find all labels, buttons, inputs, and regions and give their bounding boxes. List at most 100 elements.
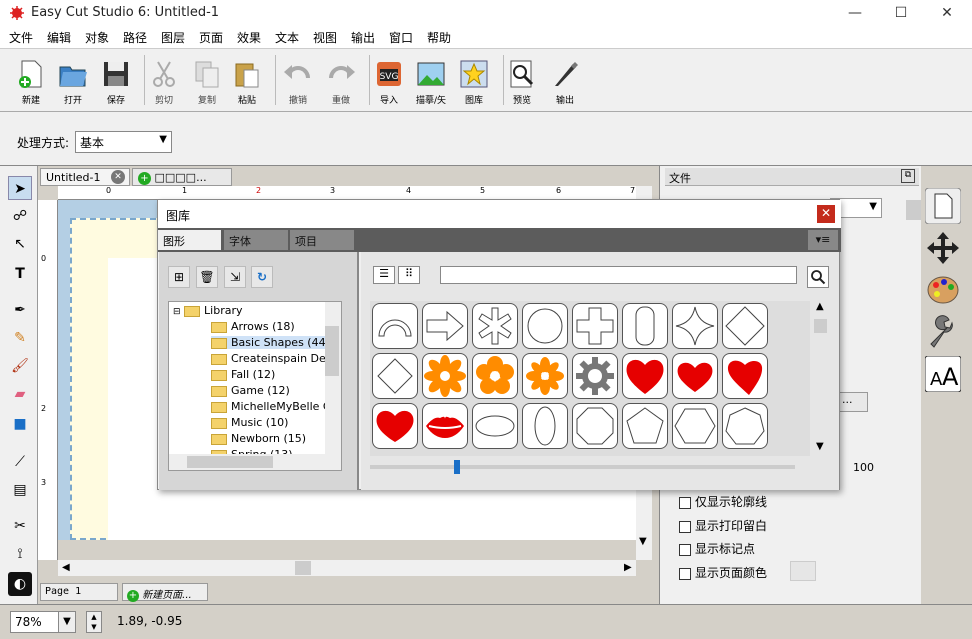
bezier-tool-icon[interactable]: ⟟ xyxy=(8,542,32,566)
tab-projects[interactable]: 项目 xyxy=(290,230,354,250)
close-window-button[interactable]: ✕ xyxy=(924,0,970,26)
add-folder-icon[interactable]: ⊞ xyxy=(168,266,190,288)
scroll-thumb[interactable] xyxy=(295,561,311,575)
shape-ellipse-h[interactable] xyxy=(472,403,518,449)
shape-flower-2[interactable] xyxy=(472,353,518,399)
shape-flower-3[interactable] xyxy=(522,353,568,399)
menu-path[interactable]: 路径 xyxy=(123,29,147,46)
shape-capsule[interactable] xyxy=(622,303,668,349)
menu-edit[interactable]: 编辑 xyxy=(47,29,71,46)
scroll-down-icon[interactable]: ▼ xyxy=(639,536,647,547)
menu-object[interactable]: 对象 xyxy=(85,29,109,46)
tree-item[interactable]: MichelleMyBelle Cre xyxy=(211,400,341,413)
shape-diamond-2[interactable] xyxy=(372,353,418,399)
library-button[interactable]: 图库 xyxy=(449,55,499,111)
shape-heart-4[interactable] xyxy=(372,403,418,449)
scroll-thumb[interactable] xyxy=(814,319,827,333)
tree-root[interactable]: ⊟ Library xyxy=(173,304,243,317)
library-search-input[interactable] xyxy=(440,266,797,284)
tree-item[interactable]: Music (10) xyxy=(211,416,288,429)
mode-select[interactable]: 基本 ▼ xyxy=(75,131,172,153)
shape-heart-2[interactable] xyxy=(672,353,718,399)
checkbox-reg-marks[interactable]: 显示标记点 xyxy=(679,540,755,557)
grid-view-icon[interactable]: ⠿ xyxy=(398,266,420,284)
tree-vscroll[interactable] xyxy=(325,302,341,454)
page-tab[interactable]: Page 1 xyxy=(40,583,118,601)
search-icon[interactable] xyxy=(807,266,829,288)
refresh-icon[interactable]: ↻ xyxy=(251,266,273,288)
panel-scroll-thumb[interactable] xyxy=(906,200,922,220)
color-palette-icon[interactable] xyxy=(925,272,961,308)
tree-item-selected[interactable]: Basic Shapes (44) xyxy=(211,336,330,349)
lasso-select-icon[interactable]: ☍ xyxy=(8,204,32,228)
scroll-right-icon[interactable]: ▶ xyxy=(624,562,632,573)
eraser-tool-icon[interactable]: ▰ xyxy=(8,382,32,406)
knife-tool-icon[interactable]: ✂ xyxy=(8,514,32,538)
document-icon[interactable] xyxy=(925,188,961,224)
shape-pentagon[interactable] xyxy=(622,403,668,449)
pencil-tool-icon[interactable]: ✎ xyxy=(8,326,32,350)
zoom-stepper[interactable]: ▲ ▼ xyxy=(86,611,102,633)
shape-sparkle[interactable] xyxy=(672,303,718,349)
menu-layer[interactable]: 图层 xyxy=(161,29,185,46)
shape-arc[interactable] xyxy=(372,303,418,349)
tree-hscroll[interactable] xyxy=(169,454,341,470)
pen-tool-icon[interactable]: ✒ xyxy=(8,298,32,322)
shape-cross[interactable] xyxy=(572,303,618,349)
shape-heart[interactable] xyxy=(622,353,668,399)
text-tool-icon[interactable]: T xyxy=(8,262,32,286)
shape-octagon[interactable] xyxy=(572,403,618,449)
scroll-left-icon[interactable]: ◀ xyxy=(62,562,70,573)
shape-ellipse-v[interactable] xyxy=(522,403,568,449)
brush-tool-icon[interactable]: 🖌 xyxy=(8,354,32,378)
tab-shapes[interactable]: 图形 xyxy=(158,230,221,250)
list-view-icon[interactable]: ☰ xyxy=(373,266,395,284)
tab-menu-icon[interactable]: ▾≡ xyxy=(808,230,838,250)
checkbox-page-color[interactable]: 显示页面颜色 xyxy=(679,564,767,581)
tree-item[interactable]: Game (12) xyxy=(211,384,290,397)
shape-arrow[interactable] xyxy=(422,303,468,349)
horizontal-scrollbar[interactable]: ◀ ▶ xyxy=(58,560,636,576)
shape-asterisk[interactable] xyxy=(472,303,518,349)
checkbox-print-margin[interactable]: 显示打印留白 xyxy=(679,517,767,534)
menu-view[interactable]: 视图 xyxy=(313,29,337,46)
shape-heart-3[interactable] xyxy=(722,353,768,399)
dialog-close-button[interactable]: ✕ xyxy=(817,205,835,223)
shape-gear[interactable] xyxy=(572,353,618,399)
gallery-scrollbar[interactable]: ▲ ▼ xyxy=(813,301,829,456)
menu-file[interactable]: 文件 xyxy=(9,29,33,46)
menu-window[interactable]: 窗口 xyxy=(389,29,413,46)
select-arrow-icon[interactable]: ➤ xyxy=(8,176,32,200)
close-tab-icon[interactable]: ✕ xyxy=(111,170,125,184)
node-edit-icon[interactable]: ↖ xyxy=(8,232,32,256)
scroll-up-icon[interactable]: ▲ xyxy=(816,301,824,312)
maximize-button[interactable]: ☐ xyxy=(878,0,924,26)
zoom-dropdown-icon[interactable]: ▼ xyxy=(58,611,76,633)
tab-untitled-1[interactable]: Untitled-1 ✕ xyxy=(40,168,130,186)
menu-page[interactable]: 页面 xyxy=(199,29,223,46)
minimize-button[interactable]: — xyxy=(832,0,878,26)
tree-item[interactable]: Arrows (18) xyxy=(211,320,295,333)
save-button[interactable]: 保存 xyxy=(91,55,141,111)
tree-item[interactable]: Newborn (15) xyxy=(211,432,306,445)
eyedropper-icon[interactable]: ⟋ xyxy=(8,450,32,474)
size-slider-thumb[interactable] xyxy=(454,460,460,474)
paste-button[interactable]: 粘贴 xyxy=(222,55,272,111)
shape-circle[interactable] xyxy=(522,303,568,349)
shape-flower[interactable] xyxy=(422,353,468,399)
import-item-icon[interactable]: ⇲ xyxy=(224,266,246,288)
fill-rule-icon[interactable]: ◐ xyxy=(8,572,32,596)
page-color-swatch[interactable] xyxy=(790,561,816,581)
gradient-tool-icon[interactable]: ▤ xyxy=(8,478,32,502)
tab-fonts[interactable]: 字体 xyxy=(224,230,288,250)
wrench-icon[interactable] xyxy=(925,314,961,350)
new-page-button[interactable]: + 新建页面... xyxy=(122,583,208,602)
menu-effects[interactable]: 效果 xyxy=(237,29,261,46)
redo-button[interactable]: 重做 xyxy=(316,55,366,111)
shape-tool-icon[interactable]: ■ xyxy=(8,412,32,436)
move-arrows-icon[interactable] xyxy=(925,230,961,266)
delete-trash-icon[interactable]: 🗑 xyxy=(196,266,218,288)
shape-lips[interactable] xyxy=(422,403,468,449)
text-style-icon[interactable]: AA xyxy=(925,356,961,392)
tree-item[interactable]: Fall (12) xyxy=(211,368,275,381)
